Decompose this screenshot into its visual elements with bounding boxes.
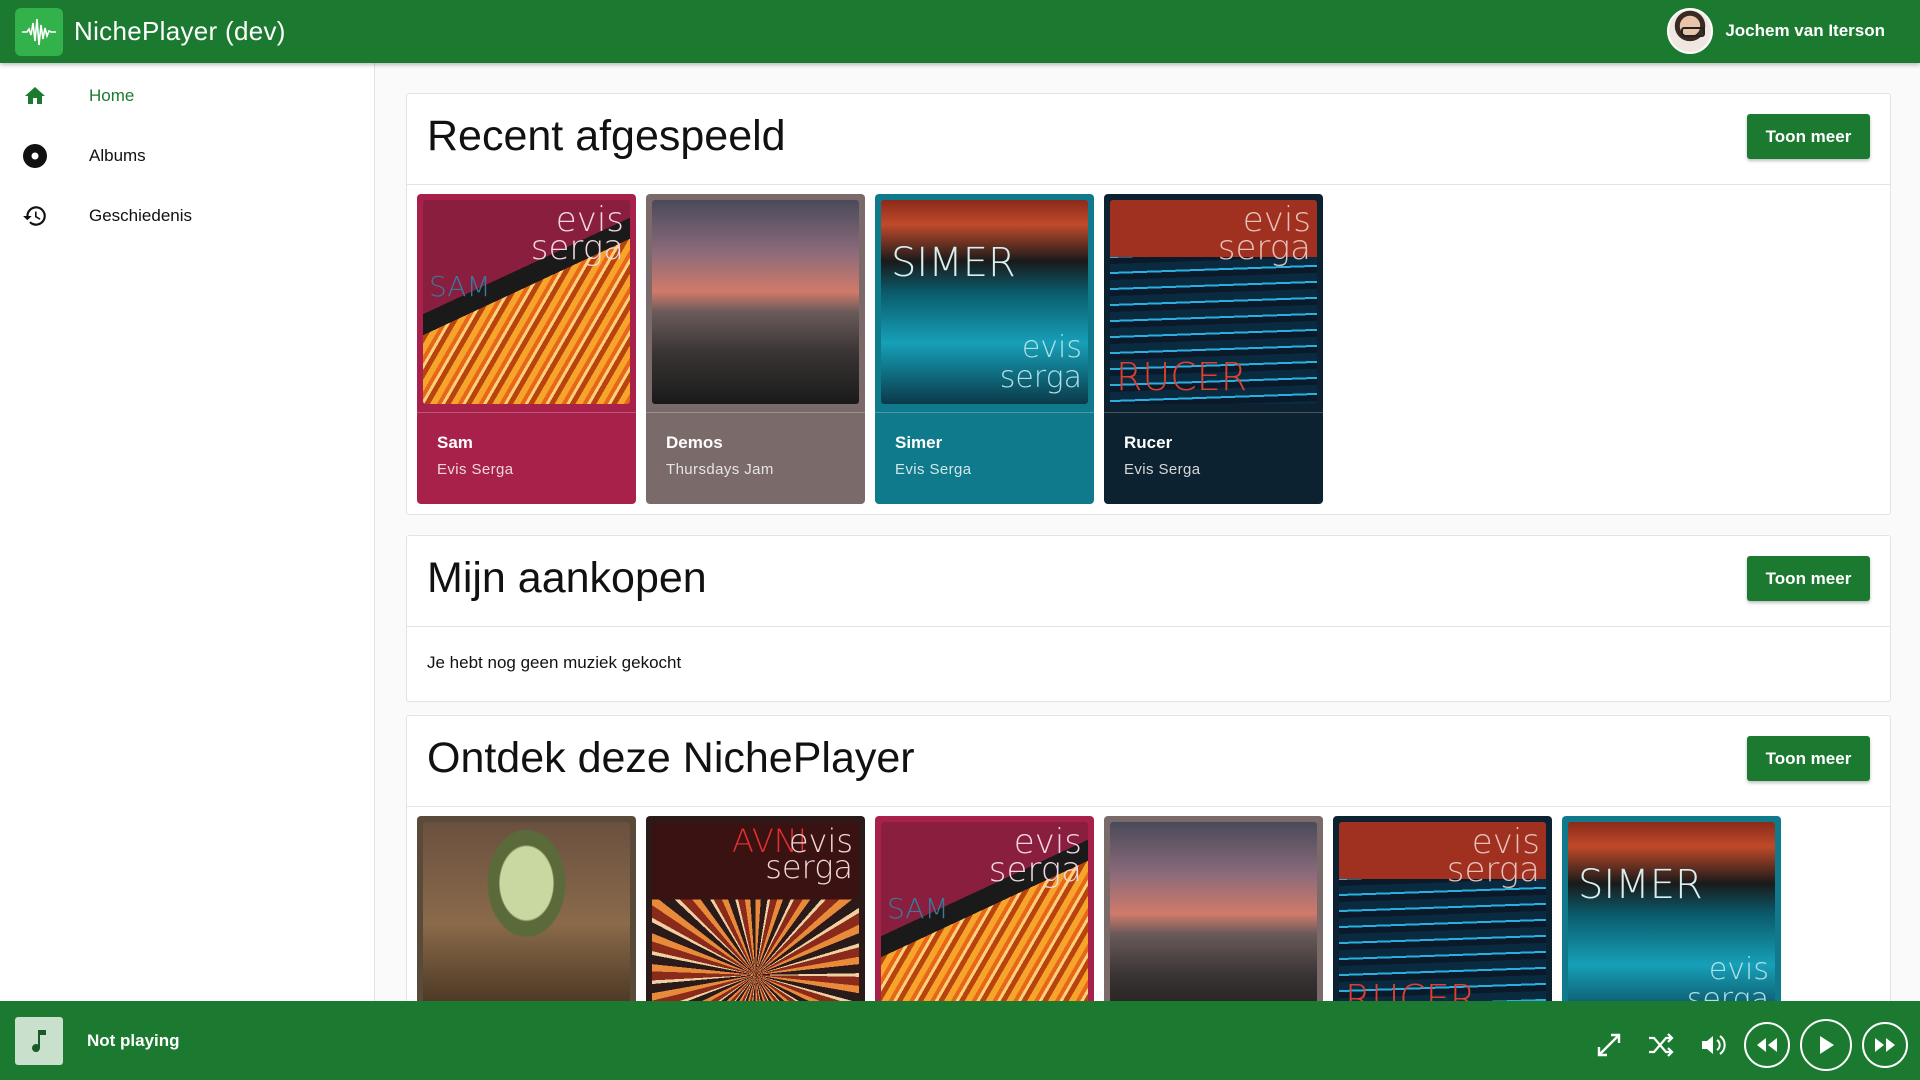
show-more-button[interactable]: Toon meer xyxy=(1747,114,1870,159)
app-header: NichePlayer (dev) Jochem van Iterson xyxy=(0,0,1920,63)
album-cover: evis serga SAM xyxy=(881,822,1088,1001)
show-more-button[interactable]: Toon meer xyxy=(1747,736,1870,781)
history-icon xyxy=(21,202,49,230)
user-menu[interactable]: Jochem van Iterson xyxy=(1667,8,1885,54)
section-header: Recent afgespeeld Toon meer xyxy=(407,94,1890,185)
shuffle-button[interactable] xyxy=(1646,1030,1676,1060)
album-title: Demos xyxy=(666,433,723,452)
album-list: AVNI evis serga evis serga SAM evis serg… xyxy=(417,816,1781,1001)
album-card[interactable] xyxy=(417,816,636,1001)
album-cover: SIMER evis serga xyxy=(881,200,1088,404)
section-title: Mijn aankopen xyxy=(427,554,707,602)
rewind-icon xyxy=(1757,1038,1777,1052)
section-title: Ontdek deze NichePlayer xyxy=(427,734,915,782)
app-title: NichePlayer (dev) xyxy=(74,16,286,46)
section-purchases: Mijn aankopen Toon meer Je hebt nog geen… xyxy=(406,535,1891,702)
shuffle-icon xyxy=(1649,1033,1674,1057)
section-recent: Recent afgespeeld Toon meer evis serga S… xyxy=(406,93,1891,515)
fast-forward-icon xyxy=(1875,1038,1895,1052)
section-header: Ontdek deze NichePlayer Toon meer xyxy=(407,716,1890,807)
player-bar: Not playing xyxy=(0,1001,1920,1080)
play-button[interactable] xyxy=(1800,1019,1852,1071)
avatar[interactable] xyxy=(1667,8,1714,54)
album-title: Simer xyxy=(895,433,943,452)
album-artist: Evis Serga xyxy=(437,461,514,478)
play-icon xyxy=(1820,1036,1834,1054)
album-card-simer[interactable]: SIMER evis serga Simer Evis Serga xyxy=(875,194,1094,504)
section-discover: Ontdek deze NichePlayer Toon meer AVNI e… xyxy=(406,715,1891,1001)
section-header: Mijn aankopen Toon meer xyxy=(407,536,1890,627)
sidebar-item-history[interactable]: Geschiedenis xyxy=(0,186,374,246)
empty-state-text: Je hebt nog geen muziek gekocht xyxy=(427,653,682,672)
album-title: Rucer xyxy=(1124,433,1173,452)
album-card[interactable]: AVNI evis serga xyxy=(646,816,865,1001)
sidebar-item-albums[interactable]: Albums xyxy=(0,126,374,186)
album-artist: Evis Serga xyxy=(895,461,972,478)
album-card[interactable]: evis serga SAM xyxy=(875,816,1094,1001)
album-card[interactable] xyxy=(1104,816,1323,1001)
album-artist: Evis Serga xyxy=(1124,461,1201,478)
album-cover: evis serga RUCER xyxy=(1110,200,1317,404)
album-card-sam[interactable]: evis serga SAM Sam Evis Serga xyxy=(417,194,636,504)
volume-button[interactable] xyxy=(1698,1030,1728,1060)
main-content: Recent afgespeeld Toon meer evis serga S… xyxy=(376,63,1920,1001)
fullscreen-button[interactable] xyxy=(1594,1030,1624,1060)
album-artist: Thursdays Jam xyxy=(666,461,774,478)
waveform-icon xyxy=(22,18,56,45)
sidebar-item-label: Albums xyxy=(89,146,146,165)
album-cover: SIMER evis serga xyxy=(1568,822,1775,1001)
sidebar-item-home[interactable]: Home xyxy=(0,66,374,126)
album-cover: evis serga SAM xyxy=(423,200,630,404)
album-card[interactable]: evis serga RUCER xyxy=(1333,816,1552,1001)
album-card-demos[interactable]: Demos Thursdays Jam xyxy=(646,194,865,504)
home-icon xyxy=(21,82,49,110)
show-more-button[interactable]: Toon meer xyxy=(1747,556,1870,601)
music-note-icon xyxy=(32,1029,46,1052)
disc-icon xyxy=(21,142,49,170)
user-name: Jochem van Iterson xyxy=(1725,21,1885,40)
album-cover xyxy=(423,822,630,1001)
sidebar-item-label: Home xyxy=(89,86,135,105)
now-playing-thumbnail xyxy=(15,1016,63,1065)
rewind-button[interactable] xyxy=(1744,1022,1790,1068)
section-title: Recent afgespeeld xyxy=(427,112,786,160)
album-list: evis serga SAM Sam Evis Serga Demos Thur… xyxy=(417,194,1323,504)
volume-icon xyxy=(1702,1035,1726,1055)
album-cover: AVNI evis serga xyxy=(652,822,859,1001)
album-title: Sam xyxy=(437,433,473,452)
album-cover: evis serga RUCER xyxy=(1339,822,1546,1001)
album-card[interactable]: SIMER evis serga xyxy=(1562,816,1781,1001)
album-cover xyxy=(1110,822,1317,1001)
expand-icon xyxy=(1597,1033,1621,1057)
player-controls xyxy=(1572,1019,1908,1071)
sidebar-item-label: Geschiedenis xyxy=(89,206,193,225)
sidebar: Home Albums Geschiedenis xyxy=(0,63,375,1001)
album-card-rucer[interactable]: evis serga RUCER Rucer Evis Serga xyxy=(1104,194,1323,504)
now-playing-status: Not playing xyxy=(87,1030,180,1050)
fast-forward-button[interactable] xyxy=(1862,1022,1908,1068)
album-cover xyxy=(652,200,859,404)
app-logo[interactable] xyxy=(15,7,63,56)
